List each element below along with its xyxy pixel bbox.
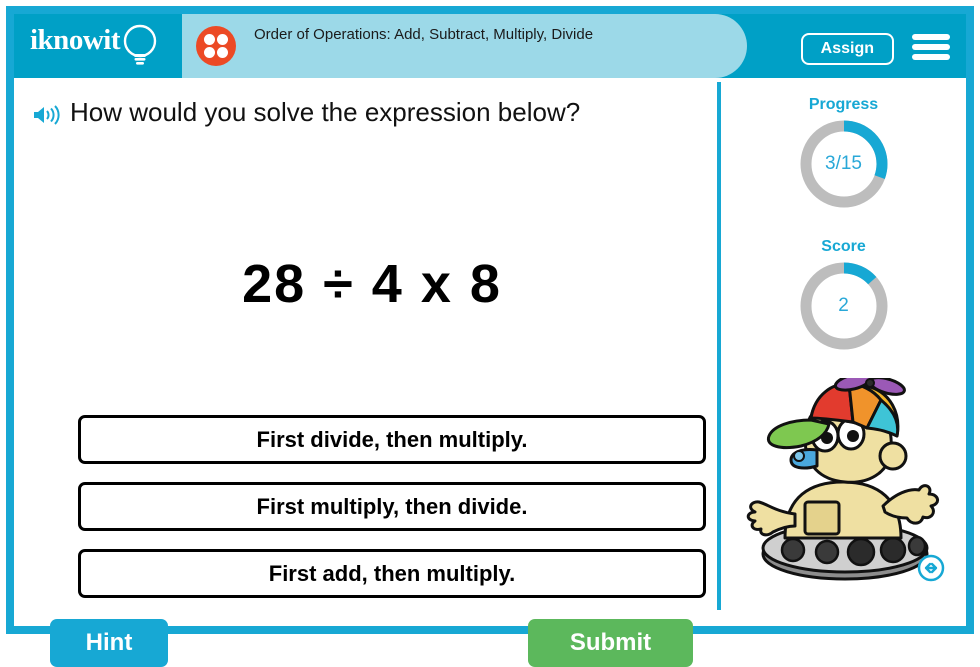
lightbulb-icon (123, 24, 157, 65)
progress-ring: 3/15 (796, 116, 892, 212)
hint-button[interactable]: Hint (50, 619, 168, 667)
assign-button[interactable]: Assign (800, 33, 894, 65)
answer-option[interactable]: First divide, then multiply. (78, 415, 706, 464)
dice-four-icon (196, 26, 236, 66)
horizontal-resize-arrows-icon[interactable] (917, 554, 945, 582)
lesson-title-pill: Order of Operations: Add, Subtract, Mult… (182, 14, 747, 78)
brand-logo-text: iknowit (30, 24, 120, 56)
question-prompt: How would you solve the expression below… (70, 97, 581, 127)
score-ring: 2 (796, 258, 892, 354)
score-value: 2 (838, 295, 849, 316)
status-sidebar: Progress 3/15 Score 2 (721, 78, 966, 626)
app-header: iknowit Order of Operations: Add, Subtra… (14, 14, 966, 78)
progress-value: 3/15 (825, 153, 862, 174)
answer-options: First divide, then multiply. First multi… (78, 415, 706, 616)
progress-label: Progress (808, 96, 879, 113)
app-root: iknowit Order of Operations: Add, Subtra… (0, 0, 980, 667)
score-meter: Score 2 (721, 238, 966, 354)
lesson-title: Order of Operations: Add, Subtract, Mult… (254, 26, 594, 43)
answer-option[interactable]: First multiply, then divide. (78, 482, 706, 531)
speaker-audio-icon[interactable] (32, 103, 64, 127)
progress-meter: Progress 3/15 (721, 96, 966, 212)
brand-logo[interactable]: iknowit (30, 22, 180, 70)
hamburger-menu-icon[interactable] (912, 34, 950, 60)
math-expression: 28 ÷ 4 x 8 (242, 254, 502, 314)
score-label: Score (821, 238, 866, 255)
answer-option[interactable]: First add, then multiply. (78, 549, 706, 598)
lesson-content: How would you solve the expression below… (14, 78, 966, 667)
submit-button[interactable]: Submit (528, 619, 693, 667)
